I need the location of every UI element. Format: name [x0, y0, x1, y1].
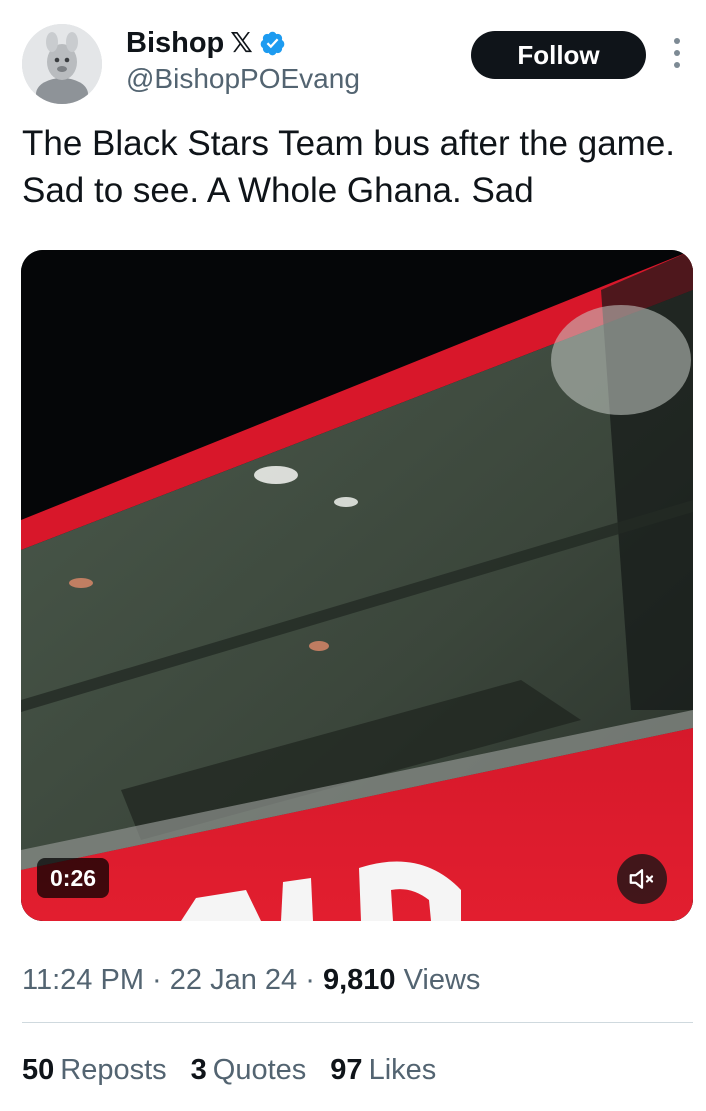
engagement-stats: 50 Reposts 3 Quotes 97 Likes	[22, 1050, 436, 1090]
reposts-stat[interactable]: 50 Reposts	[22, 1050, 167, 1090]
verified-badge-icon	[260, 31, 285, 55]
quotes-label: Quotes	[212, 1054, 307, 1086]
likes-stat[interactable]: 97 Likes	[330, 1050, 436, 1090]
muted-speaker-icon	[629, 869, 654, 889]
tweet-time[interactable]: 11:24 PM	[22, 964, 144, 996]
tweet-detail: Bishop 𝕏 @BishopPOEvang Follow The Black…	[0, 0, 706, 1111]
views-count: 9,810	[322, 964, 396, 996]
tweet-date[interactable]: 22 Jan 24	[170, 964, 297, 996]
author-handle[interactable]: @BishopPOEvang	[126, 62, 360, 96]
reposts-label: Reposts	[60, 1054, 167, 1086]
views-label: Views	[403, 964, 481, 996]
tweet-meta: 11:24 PM · 22 Jan 24 · 9,810 Views	[22, 960, 480, 1000]
reposts-count: 50	[22, 1054, 55, 1086]
meta-separator: ·	[143, 964, 170, 996]
divider	[22, 1022, 693, 1023]
video-player[interactable]: 0:26	[21, 250, 693, 921]
avatar[interactable]	[22, 24, 102, 104]
x-logo-icon: 𝕏	[230, 27, 253, 58]
more-options-icon[interactable]	[668, 38, 686, 72]
follow-button[interactable]: Follow	[471, 31, 646, 79]
video-frame	[21, 250, 693, 921]
mute-toggle-button[interactable]	[617, 854, 667, 904]
quotes-stat[interactable]: 3 Quotes	[191, 1050, 307, 1090]
display-name[interactable]: Bishop	[126, 26, 224, 60]
display-name-row[interactable]: Bishop 𝕏	[126, 26, 286, 60]
video-duration-badge: 0:26	[37, 858, 110, 898]
tweet-text: The Black Stars Team bus after the game.…	[22, 124, 676, 210]
avatar-image	[22, 24, 102, 104]
likes-count: 97	[330, 1054, 363, 1086]
quotes-count: 3	[190, 1054, 207, 1086]
likes-label: Likes	[368, 1054, 437, 1086]
meta-separator: ·	[297, 964, 323, 996]
